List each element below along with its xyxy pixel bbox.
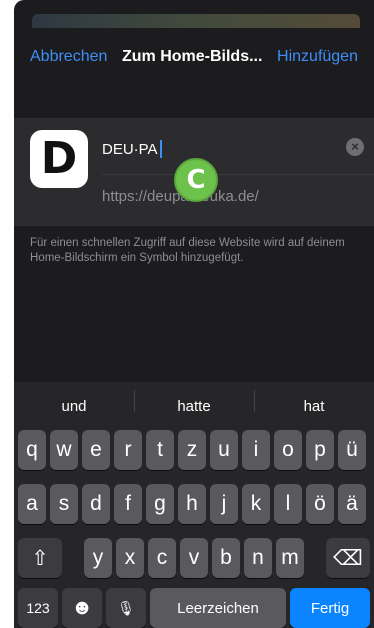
key-j[interactable]: j <box>210 484 238 524</box>
key-c[interactable]: c <box>148 538 176 578</box>
url-text: https://deu <box>102 188 173 205</box>
key-a[interactable]: a <box>18 484 46 524</box>
keyboard: und hatte hat q w e r t z u i o p ü a s … <box>14 382 374 628</box>
key-i[interactable]: i <box>242 430 270 470</box>
c-badge-icon: C <box>174 158 218 202</box>
microphone-icon[interactable]: 🎙 <box>106 588 146 628</box>
divider <box>102 174 374 175</box>
key-u[interactable]: u <box>210 430 238 470</box>
key-q[interactable]: q <box>18 430 46 470</box>
suggestion-item[interactable]: und <box>14 398 134 415</box>
key-o[interactable]: o <box>274 430 302 470</box>
key-k[interactable]: k <box>242 484 270 524</box>
suggestion-item[interactable]: hat <box>254 389 374 415</box>
done-button[interactable]: Fertig <box>290 588 370 628</box>
phone-screen: Abbrechen Zum Home-Bilds... Hinzufügen D… <box>14 0 374 628</box>
app-icon-letter: D <box>40 133 78 184</box>
app-icon-preview: D <box>30 130 88 188</box>
text-caret <box>159 140 162 158</box>
suggestion-bar: und hatte hat <box>14 382 374 430</box>
key-ue[interactable]: ü <box>338 430 366 470</box>
backspace-icon[interactable]: ⌫ <box>326 538 370 578</box>
key-w[interactable]: w <box>50 430 78 470</box>
key-r[interactable]: r <box>114 430 142 470</box>
key-x[interactable]: x <box>116 538 144 578</box>
key-oe[interactable]: ö <box>306 484 334 524</box>
key-s[interactable]: s <box>50 484 78 524</box>
key-v[interactable]: v <box>180 538 208 578</box>
clear-icon[interactable]: × <box>346 138 364 156</box>
key-m[interactable]: m <box>276 538 304 578</box>
key-row-4: 123 ☻ 🎙 Leerzeichen Fertig <box>14 588 374 628</box>
emoji-icon[interactable]: ☻ <box>62 588 102 628</box>
title-input[interactable]: DEU·PA <box>102 136 364 162</box>
space-key[interactable]: Leerzeichen <box>150 588 286 628</box>
key-b[interactable]: b <box>212 538 240 578</box>
add-button[interactable]: Hinzufügen <box>277 48 358 66</box>
key-g[interactable]: g <box>146 484 174 524</box>
key-row-1: q w e r t z u i o p ü <box>14 430 374 472</box>
key-d[interactable]: d <box>82 484 110 524</box>
shift-icon[interactable]: ⇧ <box>18 538 62 578</box>
key-e[interactable]: e <box>82 430 110 470</box>
hint-text: Für einen schnellen Zugriff auf diese We… <box>30 237 345 264</box>
key-t[interactable]: t <box>146 430 174 470</box>
key-p[interactable]: p <box>306 430 334 470</box>
key-l[interactable]: l <box>274 484 302 524</box>
title-input-value: DEU·PA <box>102 140 158 158</box>
key-y[interactable]: y <box>84 538 112 578</box>
key-row-3: ⇧ y x c v b n m ⌫ <box>14 538 374 580</box>
bookmark-card: D DEU·PA × https://deupa.deuka.de/ C <box>14 118 374 226</box>
numbers-key[interactable]: 123 <box>18 588 58 628</box>
nav-title: Zum Home-Bilds... <box>121 48 263 65</box>
key-z[interactable]: z <box>178 430 206 470</box>
suggestion-item[interactable]: hatte <box>134 389 254 415</box>
cancel-button[interactable]: Abbrechen <box>30 48 107 66</box>
key-n[interactable]: n <box>244 538 272 578</box>
key-ae[interactable]: ä <box>338 484 366 524</box>
key-f[interactable]: f <box>114 484 142 524</box>
nav-bar: Abbrechen Zum Home-Bilds... Hinzufügen <box>14 28 374 86</box>
key-h[interactable]: h <box>178 484 206 524</box>
key-row-2: a s d f g h j k l ö ä <box>14 484 374 526</box>
